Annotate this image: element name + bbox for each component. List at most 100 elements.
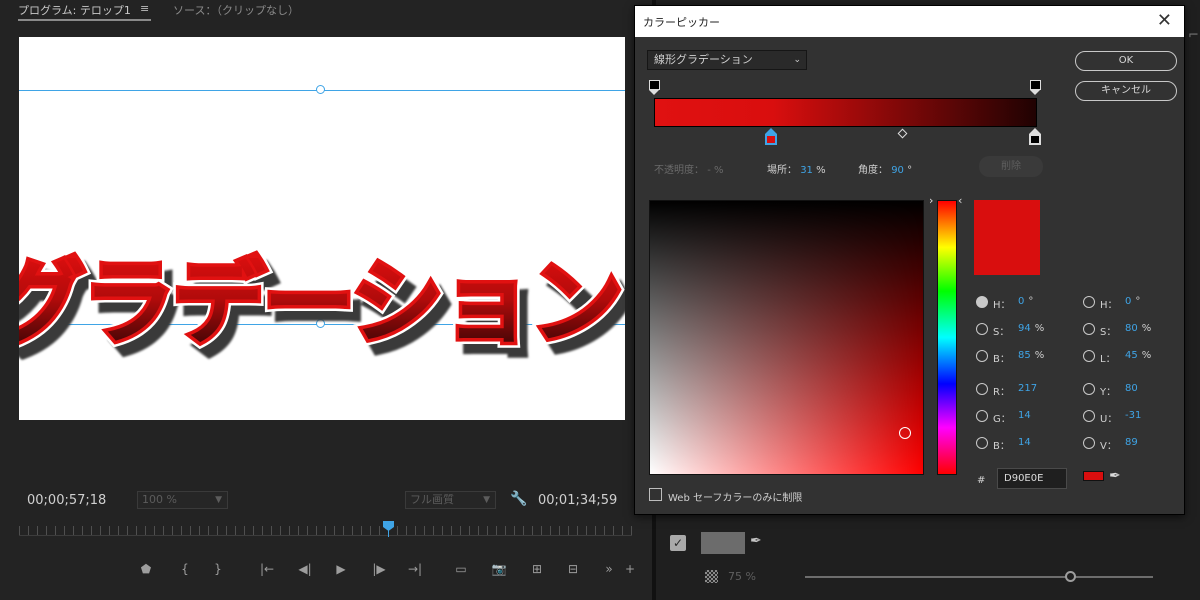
rgb-r-radio[interactable]: [976, 383, 988, 395]
play-icon[interactable]: ▶: [332, 560, 350, 578]
shadow-opacity-slider-track[interactable]: [805, 576, 1153, 578]
color-picker-dialog: カラーピッカー ✕ 線形グラデーション ⌄ OK キャンセル 不透明度： - %…: [634, 5, 1185, 515]
panel-menu-icon[interactable]: ≡: [140, 2, 149, 15]
stop-opacity-value: - %: [707, 165, 724, 176]
rgb-b-radio[interactable]: [976, 437, 988, 449]
gradient-angle-label: 角度：: [858, 165, 888, 176]
go-to-out-icon[interactable]: →|: [406, 560, 424, 578]
hsl-s-value[interactable]: 80%: [1125, 323, 1151, 334]
color-stop-selected[interactable]: [765, 128, 777, 145]
hsb-s-radio[interactable]: [976, 323, 988, 335]
rgb-r-label: R：: [993, 387, 1010, 398]
hue-slider[interactable]: [937, 200, 957, 475]
yuv-v-radio[interactable]: [1083, 437, 1095, 449]
tab-source-monitor[interactable]: ソース：（クリップなし）: [173, 2, 299, 18]
hsb-b-label: B：: [993, 354, 1010, 365]
close-icon[interactable]: ✕: [1157, 10, 1172, 31]
zoom-level-value: 100 %: [142, 493, 177, 506]
websafe-label: Web セーフカラーのみに制限: [668, 493, 803, 504]
hsb-h-value[interactable]: 0 °: [1018, 296, 1033, 307]
panel-edge-icon: ⌐: [1188, 28, 1199, 43]
yuv-u-radio[interactable]: [1083, 410, 1095, 422]
gradient-angle-unit: °: [907, 165, 913, 176]
stop-location-label: 場所：: [767, 165, 797, 176]
hsb-h-radio[interactable]: [976, 296, 988, 308]
gradient-angle-value[interactable]: 90: [891, 165, 904, 176]
yuv-v-value[interactable]: 89: [1125, 437, 1138, 448]
monitor-tab-bar: プログラム: テロップ1 ≡ ソース：（クリップなし）: [0, 0, 652, 24]
duration-timecode: 00;01;34;59: [538, 493, 618, 508]
shadow-enable-checkbox[interactable]: ✓: [670, 535, 686, 551]
shadow-opacity-value[interactable]: 75 %: [728, 570, 756, 583]
tab-program-monitor[interactable]: プログラム: テロップ1: [18, 2, 131, 18]
delete-stop-button[interactable]: 削除: [979, 156, 1043, 177]
dialog-titlebar[interactable]: カラーピッカー ✕: [635, 6, 1184, 37]
rgb-r-value[interactable]: 217: [1018, 383, 1037, 394]
hsl-h-radio[interactable]: [1083, 296, 1095, 308]
stop-location-value[interactable]: 31: [800, 165, 813, 176]
eyedropper-icon[interactable]: ✒: [1109, 468, 1121, 484]
add-button-icon[interactable]: +: [621, 560, 639, 578]
gradient-midpoint-handle[interactable]: [897, 128, 908, 139]
wrench-icon[interactable]: 🔧: [510, 491, 527, 507]
rgb-b-value[interactable]: 14: [1018, 437, 1031, 448]
opacity-stop-right[interactable]: [1030, 80, 1041, 96]
step-back-icon[interactable]: ◀|: [296, 560, 314, 578]
playback-quality-select[interactable]: フル画質 ▼: [405, 491, 496, 509]
rgb-g-radio[interactable]: [976, 410, 988, 422]
hsl-s-radio[interactable]: [1083, 323, 1095, 335]
gradient-angle-field: 角度： 90 °: [858, 161, 912, 176]
hsl-l-radio[interactable]: [1083, 350, 1095, 362]
chevron-down-icon: ⌄: [793, 55, 801, 65]
yuv-u-value[interactable]: -31: [1125, 410, 1141, 421]
hex-color-input[interactable]: D90E0E: [997, 468, 1067, 489]
go-to-in-icon[interactable]: |←: [258, 560, 276, 578]
export-frame-icon[interactable]: 📷: [490, 560, 508, 578]
hsb-b-radio[interactable]: [976, 350, 988, 362]
program-canvas[interactable]: グラデーション グラデーション グラデーション グラデーション: [19, 37, 625, 420]
saturation-brightness-field[interactable]: [649, 200, 924, 475]
opacity-stop-left[interactable]: [649, 80, 660, 96]
ok-button[interactable]: OK: [1075, 51, 1177, 71]
yuv-v-label: V：: [1100, 441, 1117, 452]
shadow-opacity-slider-knob[interactable]: [1065, 571, 1076, 582]
fill-type-value: 線形グラデーション: [654, 53, 753, 66]
hsl-h-value[interactable]: 0 °: [1125, 296, 1140, 307]
yuv-u-label: U：: [1100, 414, 1118, 425]
cancel-button[interactable]: キャンセル: [1075, 81, 1177, 101]
hex-color-swatch: [1083, 471, 1104, 481]
hue-slider-arrow-right[interactable]: ‹: [958, 194, 962, 207]
shadow-color-swatch[interactable]: [701, 532, 745, 554]
zoom-level-select[interactable]: 100 % ▼: [137, 491, 228, 509]
active-tab-indicator: [18, 19, 151, 21]
insert-icon[interactable]: ⊞: [528, 560, 546, 578]
playhead-timecode[interactable]: 00;00;57;18: [27, 493, 106, 508]
guide-handle-top[interactable]: [316, 85, 325, 94]
eyedropper-icon[interactable]: ✒: [750, 533, 762, 549]
overwrite-icon[interactable]: ⊟: [564, 560, 582, 578]
mark-in-icon[interactable]: {: [176, 560, 194, 578]
yuv-y-value[interactable]: 80: [1125, 383, 1138, 394]
gradient-ramp[interactable]: [654, 98, 1037, 127]
safe-margins-icon[interactable]: ▭: [452, 560, 470, 578]
dialog-title: カラーピッカー: [643, 16, 720, 29]
rgb-g-value[interactable]: 14: [1018, 410, 1031, 421]
program-monitor: プログラム: テロップ1 ≡ ソース：（クリップなし） グラデーション グラデー…: [0, 0, 652, 600]
step-forward-icon[interactable]: |▶: [370, 560, 388, 578]
color-field-marker[interactable]: [899, 427, 911, 439]
hsl-h-label: H：: [1100, 300, 1118, 311]
hsb-b-value[interactable]: 85%: [1018, 350, 1044, 361]
yuv-y-radio[interactable]: [1083, 383, 1095, 395]
title-text-fill: グラデーション: [19, 258, 623, 350]
mark-out-icon[interactable]: }: [209, 560, 227, 578]
hsb-s-value[interactable]: 94%: [1018, 323, 1044, 334]
websafe-checkbox[interactable]: [649, 488, 662, 501]
stop-location-field: 場所： 31 %: [767, 161, 826, 176]
more-controls-icon[interactable]: »: [600, 560, 618, 578]
hue-slider-arrow-left[interactable]: ›: [929, 194, 933, 207]
fill-type-select[interactable]: 線形グラデーション ⌄: [647, 50, 807, 70]
add-marker-icon[interactable]: ⬟: [137, 560, 155, 578]
hsl-l-value[interactable]: 45%: [1125, 350, 1151, 361]
color-stop-end[interactable]: [1029, 128, 1041, 145]
opacity-checker-icon: [705, 570, 718, 583]
